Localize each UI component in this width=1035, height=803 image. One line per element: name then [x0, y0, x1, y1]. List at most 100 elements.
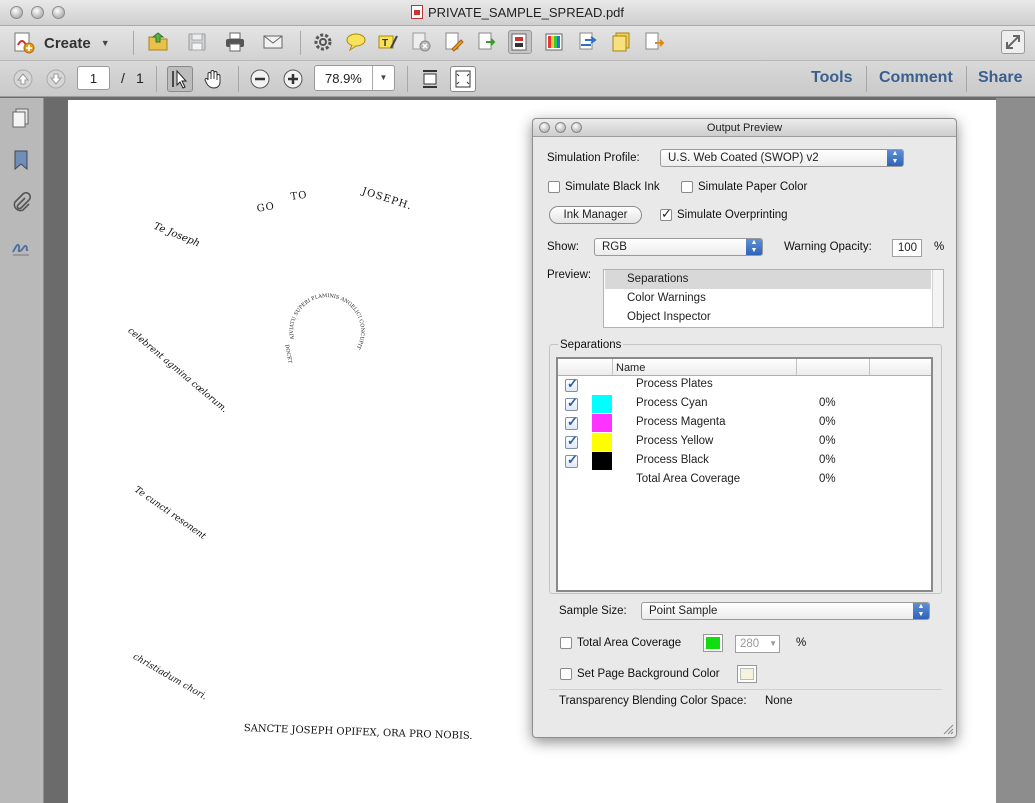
page-total: 1	[136, 70, 144, 86]
gear-icon[interactable]	[311, 30, 335, 54]
toolbar-divider	[238, 66, 239, 92]
fullscreen-icon[interactable]	[1001, 30, 1025, 54]
stepper-arrows-icon: ▲ ▼	[913, 603, 929, 619]
plate-checkbox[interactable]	[565, 376, 578, 392]
create-label: Create	[44, 34, 91, 52]
color-swatch	[592, 433, 612, 451]
email-icon[interactable]	[261, 30, 285, 54]
scrolling-mode-icon[interactable]	[418, 67, 442, 91]
plate-checkbox[interactable]	[565, 452, 578, 468]
export-icon[interactable]	[475, 30, 499, 54]
page-thumbnails-icon[interactable]	[9, 106, 33, 130]
attach-icon[interactable]	[642, 30, 666, 54]
table-row: Process Black 0%	[558, 452, 931, 471]
separation-name: Process Plates	[636, 378, 713, 390]
simulation-profile-label: Simulation Profile:	[547, 152, 640, 164]
pdf-file-icon	[410, 5, 423, 19]
set-page-bg-checkbox[interactable]	[560, 668, 572, 680]
attachments-icon[interactable]	[9, 191, 33, 215]
tools-link[interactable]: Tools	[811, 69, 852, 87]
column-header-name[interactable]: Name	[616, 360, 645, 376]
simulate-black-ink-checkbox[interactable]	[548, 181, 560, 193]
page-text: JOSEPH.	[360, 186, 414, 213]
warning-opacity-input[interactable]: 100	[892, 239, 922, 257]
stepper-arrows-icon: ▲ ▼	[746, 239, 762, 255]
list-scrollbar[interactable]	[932, 270, 943, 327]
page-bg-color-swatch[interactable]	[737, 665, 757, 683]
share-link[interactable]: Share	[978, 69, 1022, 87]
stamp-icon[interactable]	[609, 30, 633, 54]
zoom-in-icon[interactable]	[281, 67, 305, 91]
resize-grip-icon[interactable]	[942, 723, 954, 735]
redact-icon[interactable]	[409, 30, 433, 54]
separation-name: Process Yellow	[636, 435, 714, 447]
total-area-coverage-checkbox[interactable]	[560, 637, 572, 649]
select-tool-icon[interactable]	[167, 66, 193, 92]
color-icon[interactable]	[542, 30, 566, 54]
separations-table: Name Process Plates Process Cyan 0% Proc…	[556, 357, 933, 592]
zoom-level-select[interactable]: 78.9% ▼	[314, 65, 395, 91]
toolbar-divider	[300, 31, 301, 55]
output-preview-icon[interactable]	[508, 30, 532, 54]
zoom-level-value: 78.9%	[325, 70, 362, 86]
table-row: Process Cyan 0%	[558, 395, 931, 414]
transparency-value: None	[765, 695, 793, 707]
toolbar-divider	[133, 31, 134, 55]
ink-manager-button[interactable]: Ink Manager	[549, 206, 642, 224]
simulate-black-ink-label: Simulate Black Ink	[565, 181, 660, 193]
dialog-zoom-button[interactable]	[571, 122, 582, 133]
edit-document-icon[interactable]	[442, 30, 466, 54]
zoom-out-icon[interactable]	[248, 67, 272, 91]
page-text: Te cuncti resonent	[132, 485, 208, 542]
show-label: Show:	[547, 241, 579, 253]
preview-mode-list: Separations Color Warnings Object Inspec…	[603, 269, 944, 328]
toolbar-divider	[156, 66, 157, 92]
page-number-input[interactable]: 1	[77, 66, 110, 90]
circular-text: AIVIATU SUPERI FLAMINIS ANGELICI CONCUPI…	[276, 274, 365, 351]
page-text: christiadum chori.	[131, 652, 209, 703]
preview-item-object-inspector[interactable]: Object Inspector	[605, 308, 931, 327]
page-separator: /	[121, 70, 125, 86]
simulation-profile-select[interactable]: U.S. Web Coated (SWOP) v2 ▲ ▼	[660, 149, 904, 167]
save-icon[interactable]	[185, 30, 209, 54]
separation-name: Process Cyan	[636, 397, 708, 409]
print-icon[interactable]	[223, 30, 247, 54]
next-page-icon[interactable]	[44, 67, 68, 91]
hand-tool-icon[interactable]	[201, 67, 225, 91]
chevron-down-icon: ▼	[100, 38, 110, 48]
show-value: RGB	[602, 241, 627, 253]
tac-color-swatch[interactable]	[703, 634, 723, 652]
signatures-icon[interactable]	[9, 235, 33, 259]
preview-item-separations[interactable]: Separations	[605, 270, 931, 289]
color-swatch	[592, 414, 612, 432]
highlight-icon[interactable]: T	[376, 30, 400, 54]
plate-checkbox[interactable]	[565, 395, 578, 411]
tac-value-input[interactable]: 280 ▼	[735, 635, 780, 653]
separations-label: Separations	[558, 339, 624, 351]
output-preview-dialog: Output Preview Simulation Profile: U.S. …	[532, 118, 957, 738]
convert-icon[interactable]	[576, 30, 600, 54]
toolbar-divider	[407, 66, 408, 92]
dialog-minimize-button[interactable]	[555, 122, 566, 133]
chevron-down-icon: ▼	[769, 639, 777, 648]
simulate-paper-color-checkbox[interactable]	[681, 181, 693, 193]
dialog-close-button[interactable]	[539, 122, 550, 133]
window-title-bar: PRIVATE_SAMPLE_SPREAD.pdf	[0, 0, 1035, 26]
sample-size-select[interactable]: Point Sample ▲ ▼	[641, 602, 930, 620]
dialog-title-bar: Output Preview	[533, 119, 956, 137]
fit-page-icon[interactable]	[450, 66, 476, 92]
comment-link[interactable]: Comment	[879, 69, 953, 87]
comment-icon[interactable]	[344, 30, 368, 54]
simulate-overprinting-checkbox[interactable]	[660, 206, 672, 222]
separation-percent: 0%	[819, 397, 836, 409]
page-text: celebrent agmina cœlorum.	[125, 326, 229, 415]
plate-checkbox[interactable]	[565, 433, 578, 449]
plate-checkbox[interactable]	[565, 414, 578, 430]
separation-percent: 0%	[819, 454, 836, 466]
show-select[interactable]: RGB ▲ ▼	[594, 238, 763, 256]
bookmarks-icon[interactable]	[9, 148, 33, 172]
previous-page-icon[interactable]	[11, 67, 35, 91]
open-icon[interactable]	[146, 30, 170, 54]
create-button[interactable]: Create ▼	[12, 30, 122, 56]
preview-item-color-warnings[interactable]: Color Warnings	[605, 289, 931, 308]
